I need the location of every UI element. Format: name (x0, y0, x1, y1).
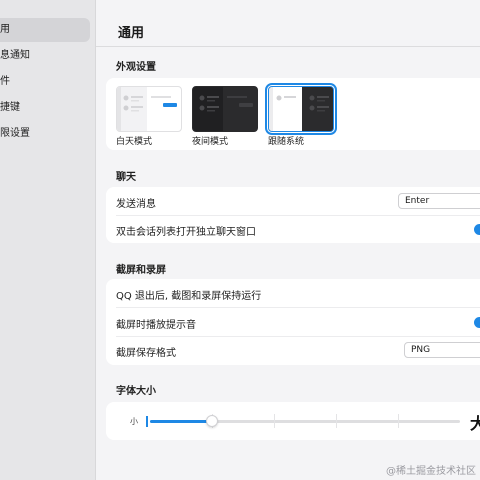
theme-night-label: 夜间模式 (192, 137, 229, 147)
screenshot-card: QQ 退出后, 截图和录屏保持运行 截屏时播放提示音 截屏保存格式 PNG (106, 279, 480, 365)
theme-day-thumbnail (117, 87, 177, 131)
font-size-card: 小 大 (106, 402, 480, 440)
theme-system-thumbnail (269, 87, 333, 131)
page-title: 通用 (118, 26, 145, 41)
double-click-toggle[interactable] (474, 224, 480, 235)
send-message-label: 发送消息 (116, 199, 156, 210)
sidebar-item-label: 用 (0, 24, 10, 35)
appearance-card: 白天模式 夜间模式 跟随系统 (106, 78, 480, 150)
sidebar: 用 息通知 件 捷键 限设置 (0, 0, 96, 480)
sidebar-item-label: 限设置 (0, 128, 30, 139)
format-label: 截屏保存格式 (116, 348, 176, 359)
font-size-large-label: 大 (470, 414, 480, 433)
chat-section-title: 聊天 (116, 172, 136, 183)
chat-card: 发送消息 Enter 双击会话列表打开独立聊天窗口 (106, 187, 480, 243)
sidebar-item-label: 件 (0, 76, 10, 87)
watermark: @稀土掘金技术社区 (386, 466, 476, 477)
theme-system-preview[interactable] (265, 83, 337, 135)
font-size-small-label: 小 (130, 417, 138, 426)
font-size-section-title: 字体大小 (116, 386, 156, 397)
divider (116, 307, 480, 308)
slider-tick (274, 414, 275, 428)
slider-tick (398, 414, 399, 428)
theme-night-preview[interactable] (192, 86, 258, 132)
slider-tick (336, 414, 337, 428)
send-message-dropdown[interactable]: Enter (398, 193, 480, 209)
double-click-label: 双击会话列表打开独立聊天窗口 (116, 227, 256, 238)
sidebar-item-general[interactable]: 用 (0, 18, 90, 42)
slider-start-marker (146, 416, 148, 427)
sidebar-item-files[interactable]: 件 (0, 70, 90, 94)
main-panel: 通用 外观设置 白天模式 夜间模式 跟随系统 聊天 发送消息 Enter 双击会… (96, 0, 480, 480)
format-dropdown[interactable]: PNG (404, 342, 480, 358)
screenshot-section-title: 截屏和录屏 (116, 265, 166, 276)
theme-system-label: 跟随系统 (268, 137, 305, 147)
play-sound-label: 截屏时播放提示音 (116, 320, 196, 331)
sidebar-item-permissions[interactable]: 限设置 (0, 122, 90, 146)
theme-day-label: 白天模式 (116, 137, 153, 147)
theme-day-preview[interactable] (116, 86, 182, 132)
theme-night-thumbnail (193, 87, 253, 131)
font-size-slider[interactable] (146, 414, 460, 428)
sidebar-item-notifications[interactable]: 息通知 (0, 44, 90, 68)
sidebar-item-label: 息通知 (0, 50, 30, 61)
divider (96, 46, 480, 47)
slider-fill (150, 420, 212, 423)
divider (116, 215, 480, 216)
divider (116, 336, 480, 337)
sidebar-item-shortcuts[interactable]: 捷键 (0, 96, 90, 120)
appearance-section-title: 外观设置 (116, 62, 156, 73)
play-sound-toggle[interactable] (474, 317, 480, 328)
slider-thumb[interactable] (206, 415, 218, 427)
keep-running-label: QQ 退出后, 截图和录屏保持运行 (116, 291, 262, 302)
sidebar-item-label: 捷键 (0, 102, 20, 113)
